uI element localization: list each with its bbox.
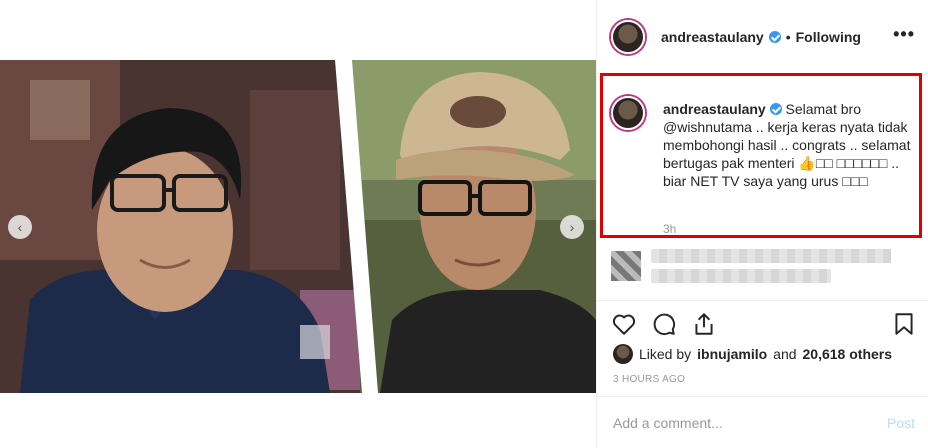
blurred-line (651, 249, 891, 263)
verified-badge-icon (768, 31, 781, 43)
more-horizontal-icon[interactable]: ••• (893, 25, 915, 43)
carousel-prev-button[interactable]: ‹ (8, 215, 32, 239)
follow-separator: • (785, 29, 791, 45)
caption-username[interactable]: andreastaulany (663, 101, 766, 117)
author-username[interactable]: andreastaulany (661, 29, 764, 45)
caption-avatar[interactable] (611, 96, 645, 130)
following-button[interactable]: Following (796, 29, 861, 45)
verified-badge-icon (769, 103, 782, 115)
bookmark-icon[interactable] (891, 311, 917, 337)
caption-time[interactable]: 3h (663, 222, 676, 236)
liker-username[interactable]: ibnujamilo (697, 346, 767, 362)
share-icon[interactable] (691, 311, 717, 337)
comment-icon[interactable] (651, 311, 677, 337)
likes-others-link[interactable]: 20,618 others (803, 346, 893, 362)
post-image-graphic (0, 60, 596, 393)
post-comment-button[interactable]: Post (887, 415, 915, 431)
likes-summary: Liked by ibnujamilo and 20,618 others (613, 344, 892, 364)
blurred-line (651, 269, 831, 283)
carousel-next-button[interactable]: › (560, 215, 584, 239)
action-bar (597, 300, 928, 344)
post-timestamp[interactable]: 3 HOURS AGO (613, 374, 685, 385)
blurred-text (651, 249, 891, 283)
blurred-comment (611, 244, 911, 288)
author-avatar[interactable] (611, 20, 645, 54)
header-meta: andreastaulany • Following (661, 29, 861, 45)
chevron-left-icon: ‹ (17, 219, 23, 235)
chevron-right-icon: › (569, 219, 575, 235)
liker-avatar[interactable] (613, 344, 633, 364)
blurred-avatar (611, 251, 641, 281)
post-header: andreastaulany • Following ••• (597, 0, 928, 74)
likes-connector: and (773, 346, 797, 362)
caption: andreastaulany Selamat bro @wishnutama .… (663, 100, 913, 190)
post-image[interactable] (0, 60, 596, 393)
likes-prefix: Liked by (639, 346, 692, 362)
comment-input[interactable] (613, 415, 863, 431)
post-details-panel: andreastaulany • Following ••• andreasta… (596, 0, 928, 448)
instagram-post-view: ‹ › andreastaulany • Following ••• andre… (0, 0, 928, 448)
comment-bar: Post (597, 396, 928, 448)
heart-icon[interactable] (611, 311, 637, 337)
